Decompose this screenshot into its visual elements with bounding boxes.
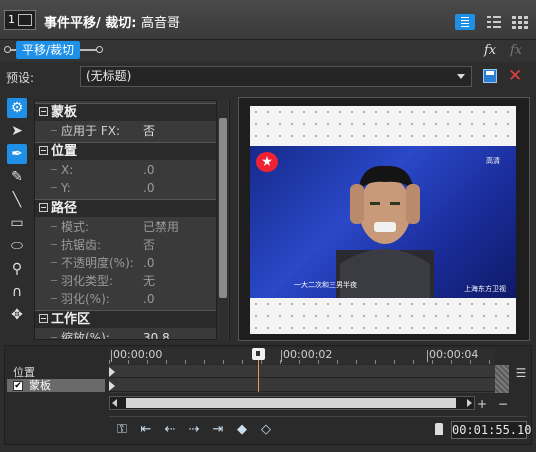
save-preset-icon[interactable] <box>483 69 497 83</box>
fx-chain-icon[interactable]: fx <box>484 43 496 58</box>
last-keyframe-icon[interactable]: ⇥ <box>209 421 227 439</box>
preset-row: 预设: (无标题) ✕ <box>0 64 536 90</box>
snap-magnet-icon[interactable]: ∩ <box>7 282 27 302</box>
group-mask-header[interactable]: 蒙板 <box>35 103 217 121</box>
tile-view-button[interactable] <box>510 14 530 30</box>
delete-preset-icon[interactable]: ✕ <box>508 66 522 86</box>
group-position-header[interactable]: 位置 <box>35 142 217 160</box>
preset-dropdown[interactable]: (无标题) <box>80 66 472 87</box>
video-channel-text: 高清 <box>486 157 500 165</box>
title-bar: 1 事件平移/ 裁切: 高音哥 <box>0 0 536 40</box>
event-end-region <box>495 365 509 393</box>
prev-keyframe-icon[interactable]: ⇠ <box>161 421 179 439</box>
delete-keyframe-icon[interactable]: ◇ <box>257 421 275 439</box>
chevron-down-icon <box>457 74 465 79</box>
keyframe-toolbar: ⚿ ⇤ ⇠ ⇢ ⇥ ◆ ◇ 00:01:55.10 <box>109 416 531 442</box>
preview-canvas[interactable]: 高清 一大二次和三男半夜 上海东方卫视 <box>250 106 516 334</box>
event-number: 1 <box>8 13 15 26</box>
move-tool-icon[interactable]: ✥ <box>7 305 27 325</box>
window-title: 事件平移/ 裁切: 高音哥 <box>44 12 180 31</box>
mask-preview[interactable]: 高清 一大二次和三男半夜 上海东方卫视 <box>238 97 530 341</box>
first-keyframe-icon[interactable]: ⇤ <box>137 421 155 439</box>
zoom-out-icon[interactable]: − <box>498 397 508 411</box>
track-mask[interactable]: ✔ 蒙板 <box>7 379 105 392</box>
track-list: 位置 ✔ 蒙板 <box>7 364 105 394</box>
settings-gear-icon[interactable]: ⚙ <box>7 98 27 118</box>
chain-start-node <box>4 46 11 53</box>
video-person-image <box>336 165 434 298</box>
cursor-time-display[interactable]: 00:01:55.10 <box>451 421 531 439</box>
prop-zoom[interactable]: 缩放(%): 30.8 <box>35 329 217 339</box>
chain-end-node <box>96 46 103 53</box>
rectangle-tool-icon[interactable]: ▭ <box>7 213 27 233</box>
plugin-chain: 平移/裁切 fx fx <box>0 40 536 62</box>
time-marker-icon <box>435 423 443 435</box>
prop-y[interactable]: Y: .0 <box>35 179 217 197</box>
sync-cursor-icon[interactable]: ⚿ <box>113 421 131 439</box>
pan-crop-tab[interactable]: 平移/裁切 <box>16 41 81 59</box>
mask-checkbox[interactable]: ✔ <box>13 381 23 391</box>
property-panel: 蒙板 应用于 FX: 否 位置 X: .0 Y: .0 路径 模式: 已禁用 抗锯齿: 否… <box>34 100 230 340</box>
channel-logo-icon <box>256 152 278 172</box>
zoom-tool-icon[interactable]: ⚲ <box>7 259 27 279</box>
keyframe-timeline: 位置 ✔ 蒙板 00:00:00 00:00:02 00:00:04 ☰ + −… <box>4 345 532 445</box>
video-brand-text: 上海东方卫视 <box>464 285 506 293</box>
track-position[interactable]: 位置 <box>7 366 105 379</box>
ellipse-tool-icon[interactable]: ⬭ <box>7 236 27 256</box>
anchor-tool-icon[interactable]: ✎ <box>7 167 27 187</box>
event-fx-icon: 1 <box>4 10 36 30</box>
list-view-button[interactable] <box>455 14 475 30</box>
pen-tool-icon[interactable]: ✒ <box>7 144 27 164</box>
group-workspace-header[interactable]: 工作区 <box>35 310 217 328</box>
prop-antialias[interactable]: 抗锯齿: 否 <box>35 236 217 254</box>
keyframe-tracks[interactable] <box>109 365 509 393</box>
prop-x[interactable]: X: .0 <box>35 161 217 179</box>
zoom-in-icon[interactable]: + <box>477 397 487 411</box>
preset-label: 预设: <box>6 71 35 85</box>
property-scrollbar[interactable] <box>216 100 228 340</box>
next-keyframe-icon[interactable]: ⇢ <box>185 421 203 439</box>
keyframe-marker[interactable] <box>109 367 115 377</box>
remove-fx-icon[interactable]: fx <box>510 43 522 58</box>
playhead-handle[interactable] <box>252 348 265 360</box>
title-label: 事件平移/ 裁切: <box>44 16 137 31</box>
timeline-scrollbar[interactable] <box>109 396 475 410</box>
scroll-right-icon[interactable] <box>467 399 472 407</box>
scroll-left-icon[interactable] <box>112 399 117 407</box>
prop-feather-type[interactable]: 羽化类型: 无 <box>35 272 217 290</box>
line-tool-icon[interactable]: ╲ <box>7 190 27 210</box>
group-path-header[interactable]: 路径 <box>35 199 217 217</box>
track-mask-label: 蒙板 <box>29 379 51 392</box>
prop-apply-to-fx[interactable]: 应用于 FX: 否 <box>35 122 217 140</box>
video-subtitle-text: 一大二次和三男半夜 <box>294 281 357 289</box>
tool-palette: ⚙ ➤ ✒ ✎ ╲ ▭ ⬭ ⚲ ∩ ✥ <box>4 98 30 330</box>
video-frame: 高清 一大二次和三男半夜 上海东方卫视 <box>250 146 516 298</box>
time-ruler[interactable]: 00:00:00 00:00:02 00:00:04 <box>109 348 495 364</box>
add-keyframe-icon[interactable]: ◆ <box>233 421 251 439</box>
detail-view-button[interactable] <box>484 14 504 30</box>
menu-icon[interactable]: ☰ <box>514 366 528 380</box>
mask-lane[interactable] <box>109 379 495 392</box>
prop-opacity[interactable]: 不透明度(%): .0 <box>35 254 217 272</box>
preset-value: (无标题) <box>86 69 132 83</box>
position-lane[interactable] <box>109 365 495 378</box>
pointer-tool-icon[interactable]: ➤ <box>7 121 27 141</box>
prop-mode[interactable]: 模式: 已禁用 <box>35 218 217 236</box>
scrollbar-thumb[interactable] <box>219 118 227 298</box>
prop-feather[interactable]: 羽化(%): .0 <box>35 290 217 308</box>
title-event-name: 高音哥 <box>141 16 181 31</box>
keyframe-marker[interactable] <box>109 381 115 391</box>
scrollbar-thumb[interactable] <box>126 398 456 408</box>
